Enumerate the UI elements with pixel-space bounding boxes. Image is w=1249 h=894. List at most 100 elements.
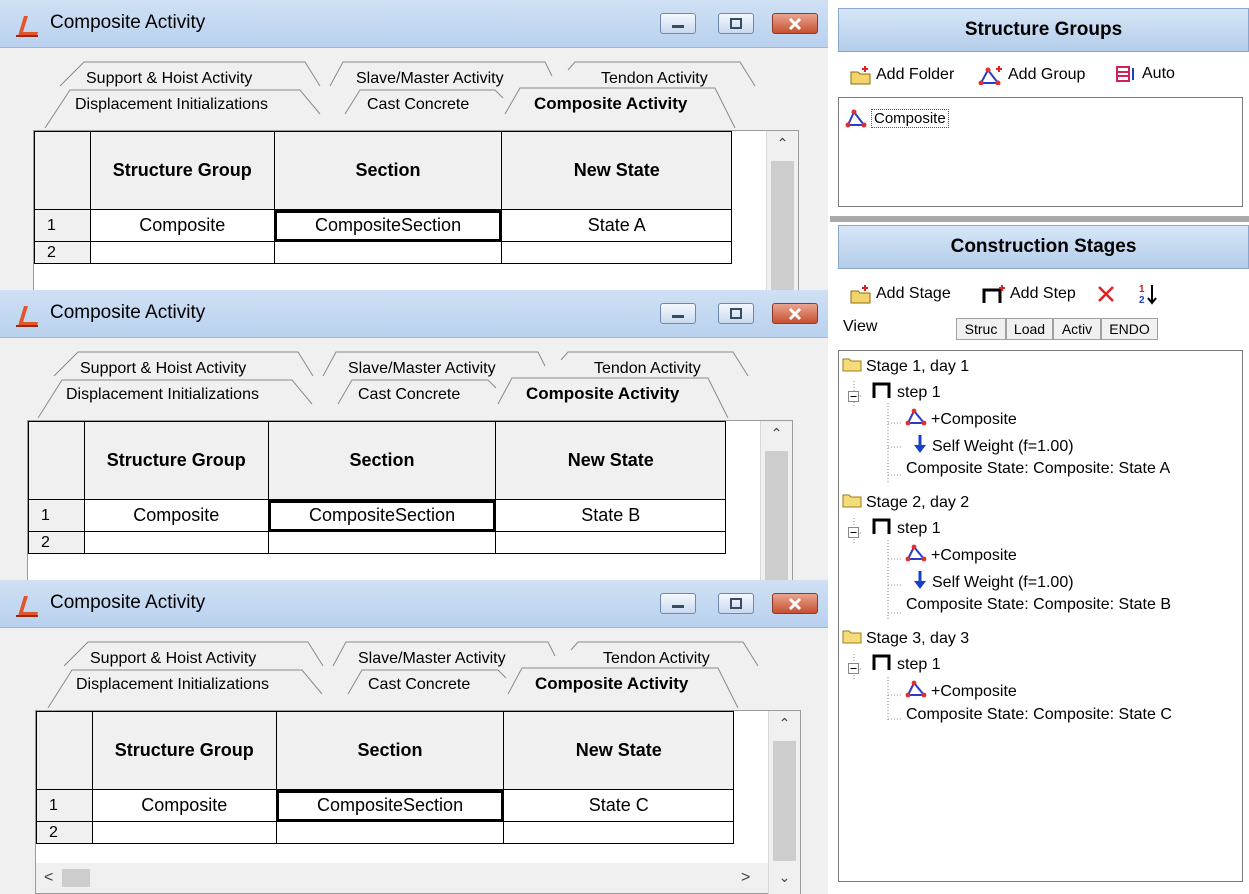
scroll-thumb[interactable]: [771, 161, 794, 290]
structure-group-cell[interactable]: [89, 241, 275, 264]
app-logo-icon: [16, 306, 38, 327]
minimize-icon: [672, 24, 684, 28]
structure-group-cell[interactable]: Composite: [89, 209, 275, 242]
view-endo-button[interactable]: ENDO: [1101, 318, 1158, 340]
horizontal-scrollbar[interactable]: < >: [36, 863, 768, 893]
scroll-up-icon[interactable]: ⌃: [767, 135, 798, 152]
section-cell[interactable]: CompositeSection: [273, 209, 503, 242]
column-header[interactable]: New State: [501, 131, 732, 210]
collapse-icon[interactable]: [848, 389, 859, 407]
close-button[interactable]: [772, 13, 818, 34]
scroll-up-icon[interactable]: ⌃: [761, 425, 792, 442]
row-number[interactable]: 1: [36, 789, 93, 822]
tree-expander[interactable]: [848, 525, 859, 543]
maximize-button[interactable]: [718, 593, 754, 614]
column-header[interactable]: Structure Group: [89, 131, 275, 210]
new-state-cell[interactable]: State C: [503, 789, 734, 822]
dialog-titlebar[interactable]: Composite Activity: [0, 0, 828, 48]
column-header[interactable]: New State: [503, 711, 734, 790]
section-cell[interactable]: CompositeSection: [275, 789, 505, 822]
new-state-cell[interactable]: State A: [501, 209, 732, 242]
section-cell[interactable]: [273, 241, 503, 264]
scroll-up-icon[interactable]: ⌃: [769, 715, 800, 732]
column-header[interactable]: Structure Group: [83, 421, 269, 500]
column-header[interactable]: Section: [273, 131, 503, 210]
tree-item[interactable]: +Composite: [905, 680, 1017, 703]
view-struc-button[interactable]: Struc: [956, 318, 1006, 340]
minimize-button[interactable]: [660, 593, 696, 614]
new-state-cell[interactable]: [501, 241, 732, 264]
vertical-scrollbar[interactable]: ⌃: [760, 421, 792, 580]
minimize-button[interactable]: [660, 13, 696, 34]
row-number[interactable]: 1: [34, 209, 91, 242]
add-stage-button[interactable]: Add Stage: [850, 284, 951, 304]
structure-group-cell[interactable]: [83, 531, 269, 554]
section-cell[interactable]: CompositeSection: [267, 499, 497, 532]
column-header[interactable]: New State: [495, 421, 726, 500]
view-activ-button[interactable]: Activ: [1053, 318, 1101, 340]
tree-expander[interactable]: [848, 661, 859, 679]
dialog-titlebar[interactable]: Composite Activity: [0, 290, 828, 338]
tree-expander[interactable]: [848, 389, 859, 407]
tree-item[interactable]: Self Weight (f=1.00): [912, 434, 1074, 459]
column-header[interactable]: Section: [275, 711, 505, 790]
row-number[interactable]: 2: [34, 241, 91, 264]
tree-stage[interactable]: Stage 1, day 1: [842, 356, 969, 377]
section-cell[interactable]: [275, 821, 505, 844]
new-state-cell[interactable]: [503, 821, 734, 844]
minimize-button[interactable]: [660, 303, 696, 324]
section-cell[interactable]: [267, 531, 497, 554]
scroll-thumb[interactable]: [773, 741, 796, 861]
scroll-thumb[interactable]: [62, 869, 90, 887]
list-item[interactable]: Composite: [845, 108, 949, 128]
corner-cell: [28, 421, 85, 500]
close-button[interactable]: [772, 593, 818, 614]
dialog-titlebar[interactable]: Composite Activity: [0, 580, 828, 628]
scroll-right-icon[interactable]: >: [741, 869, 750, 887]
add-step-button[interactable]: Add Step: [982, 284, 1076, 304]
scroll-thumb[interactable]: [765, 451, 788, 580]
tree-item[interactable]: Composite State: Composite: State A: [902, 460, 1170, 478]
new-state-cell[interactable]: State B: [495, 499, 726, 532]
row-number[interactable]: 2: [36, 821, 93, 844]
tab-outlines: [37, 351, 749, 418]
tree-item[interactable]: +Composite: [905, 408, 1017, 431]
column-header[interactable]: Structure Group: [91, 711, 277, 790]
structure-group-cell[interactable]: Composite: [83, 499, 269, 532]
structure-group-cell[interactable]: [91, 821, 277, 844]
delete-icon[interactable]: [1097, 285, 1115, 303]
new-state-cell[interactable]: [495, 531, 726, 554]
auto-button[interactable]: Auto: [1116, 65, 1175, 83]
sort-icon[interactable]: 12: [1139, 283, 1159, 305]
tree-stage[interactable]: Stage 3, day 3: [842, 628, 969, 649]
tree-item[interactable]: Composite State: Composite: State B: [902, 596, 1171, 614]
maximize-button[interactable]: [718, 303, 754, 324]
close-button[interactable]: [772, 303, 818, 324]
close-icon: [788, 17, 802, 30]
tree-item[interactable]: Self Weight (f=1.00): [912, 570, 1074, 595]
tree-step[interactable]: step 1: [871, 653, 941, 676]
tree-step[interactable]: step 1: [871, 381, 941, 404]
tree-item[interactable]: Composite State: Composite: State C: [902, 706, 1172, 724]
tree-item-label: +Composite: [931, 546, 1017, 564]
scroll-down-icon[interactable]: ⌄: [769, 869, 800, 886]
row-number[interactable]: 1: [28, 499, 85, 532]
collapse-icon[interactable]: [848, 661, 859, 679]
add-folder-button[interactable]: Add Folder: [850, 65, 954, 85]
tree-item[interactable]: +Composite: [905, 544, 1017, 567]
view-load-button[interactable]: Load: [1006, 318, 1053, 340]
add-folder-icon: [850, 66, 871, 85]
collapse-icon[interactable]: [848, 525, 859, 543]
scroll-left-icon[interactable]: <: [44, 869, 53, 887]
tree-step[interactable]: step 1: [871, 517, 941, 540]
tree-stage[interactable]: Stage 2, day 2: [842, 492, 969, 513]
panel-splitter[interactable]: [830, 216, 1249, 222]
vertical-scrollbar[interactable]: ⌃: [766, 131, 798, 290]
vertical-scrollbar[interactable]: ⌃ ⌄: [768, 711, 800, 894]
corner-cell: [34, 131, 91, 210]
structure-group-cell[interactable]: Composite: [91, 789, 277, 822]
add-group-button[interactable]: Add Group: [978, 65, 1085, 85]
column-header[interactable]: Section: [267, 421, 497, 500]
maximize-button[interactable]: [718, 13, 754, 34]
row-number[interactable]: 2: [28, 531, 85, 554]
